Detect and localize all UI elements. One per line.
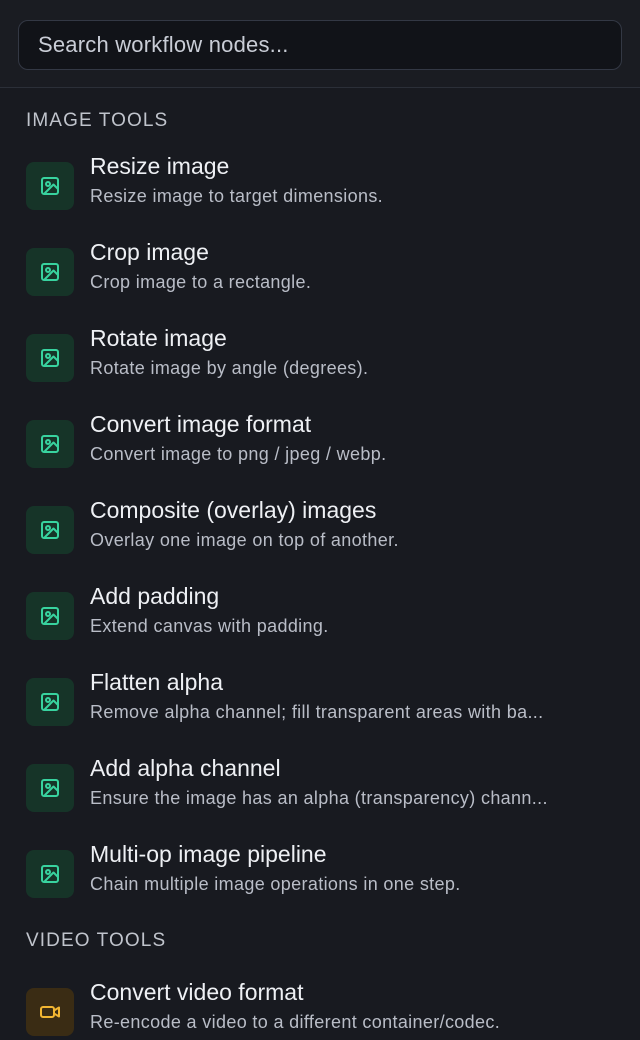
node-title: Crop image (90, 239, 209, 265)
image-icon (26, 764, 74, 812)
image-icon (26, 162, 74, 210)
node-item-text: Flatten alpha Remove alpha channel; fill… (90, 668, 612, 723)
video-camera-icon (26, 988, 74, 1036)
node-description: Resize image to target dimensions. (90, 186, 384, 206)
node-item-text: Add alpha channel Ensure the image has a… (90, 754, 612, 809)
node-item-text: Add padding Extend canvas with padding. (90, 582, 612, 637)
search-input[interactable] (36, 31, 604, 59)
node-title: Resize image (90, 153, 230, 179)
node-title: Convert image format (90, 411, 312, 437)
node-description: Extend canvas with padding. (90, 616, 329, 636)
search-box[interactable] (18, 20, 622, 70)
search-header (0, 0, 640, 88)
node-description: Ensure the image has an alpha (transpare… (90, 788, 548, 808)
node-item-text: Multi-op image pipeline Chain multiple i… (90, 840, 612, 895)
node-list: IMAGE TOOLS Resize image Resize image to… (0, 88, 640, 1040)
image-icon (26, 248, 74, 296)
node-title: Rotate image (90, 325, 227, 351)
node-item-resize-image[interactable]: Resize image Resize image to target dime… (0, 152, 640, 238)
image-icon (26, 678, 74, 726)
node-description: Crop image to a rectangle. (90, 272, 312, 292)
node-item-composite-images[interactable]: Composite (overlay) images Overlay one i… (0, 496, 640, 582)
node-item-text: Convert video format Re-encode a video t… (90, 978, 612, 1033)
node-item-convert-video-format[interactable]: Convert video format Re-encode a video t… (0, 978, 640, 1040)
image-icon (26, 850, 74, 898)
node-description: Overlay one image on top of another. (90, 530, 399, 550)
node-title: Convert video format (90, 979, 304, 1005)
image-icon (26, 592, 74, 640)
node-item-text: Convert image format Convert image to pn… (90, 410, 612, 465)
node-item-text: Rotate image Rotate image by angle (degr… (90, 324, 612, 379)
section-title-image-tools: IMAGE TOOLS (26, 110, 169, 131)
node-description: Re-encode a video to a different contain… (90, 1012, 501, 1032)
node-item-multi-op-image-pipeline[interactable]: Multi-op image pipeline Chain multiple i… (0, 840, 640, 926)
node-item-crop-image[interactable]: Crop image Crop image to a rectangle. (0, 238, 640, 324)
node-item-add-alpha-channel[interactable]: Add alpha channel Ensure the image has a… (0, 754, 640, 840)
node-item-text: Resize image Resize image to target dime… (90, 152, 612, 207)
node-title: Add alpha channel (90, 755, 281, 781)
node-description: Chain multiple image operations in one s… (90, 874, 461, 894)
node-description: Convert image to png / jpeg / webp. (90, 444, 387, 464)
node-description: Remove alpha channel; fill transparent a… (90, 702, 544, 722)
node-item-convert-image-format[interactable]: Convert image format Convert image to pn… (0, 410, 640, 496)
node-picker-panel: IMAGE TOOLS Resize image Resize image to… (0, 0, 640, 1040)
node-item-add-padding[interactable]: Add padding Extend canvas with padding. (0, 582, 640, 668)
node-item-flatten-alpha[interactable]: Flatten alpha Remove alpha channel; fill… (0, 668, 640, 754)
image-icon (26, 420, 74, 468)
node-title: Flatten alpha (90, 669, 223, 695)
node-item-rotate-image[interactable]: Rotate image Rotate image by angle (degr… (0, 324, 640, 410)
node-title: Multi-op image pipeline (90, 841, 327, 867)
section-title-video-tools: VIDEO TOOLS (26, 930, 167, 951)
node-item-text: Composite (overlay) images Overlay one i… (90, 496, 612, 551)
node-title: Add padding (90, 583, 220, 609)
image-icon (26, 506, 74, 554)
node-item-text: Crop image Crop image to a rectangle. (90, 238, 612, 293)
image-icon (26, 334, 74, 382)
node-description: Rotate image by angle (degrees). (90, 358, 369, 378)
node-title: Composite (overlay) images (90, 497, 377, 523)
